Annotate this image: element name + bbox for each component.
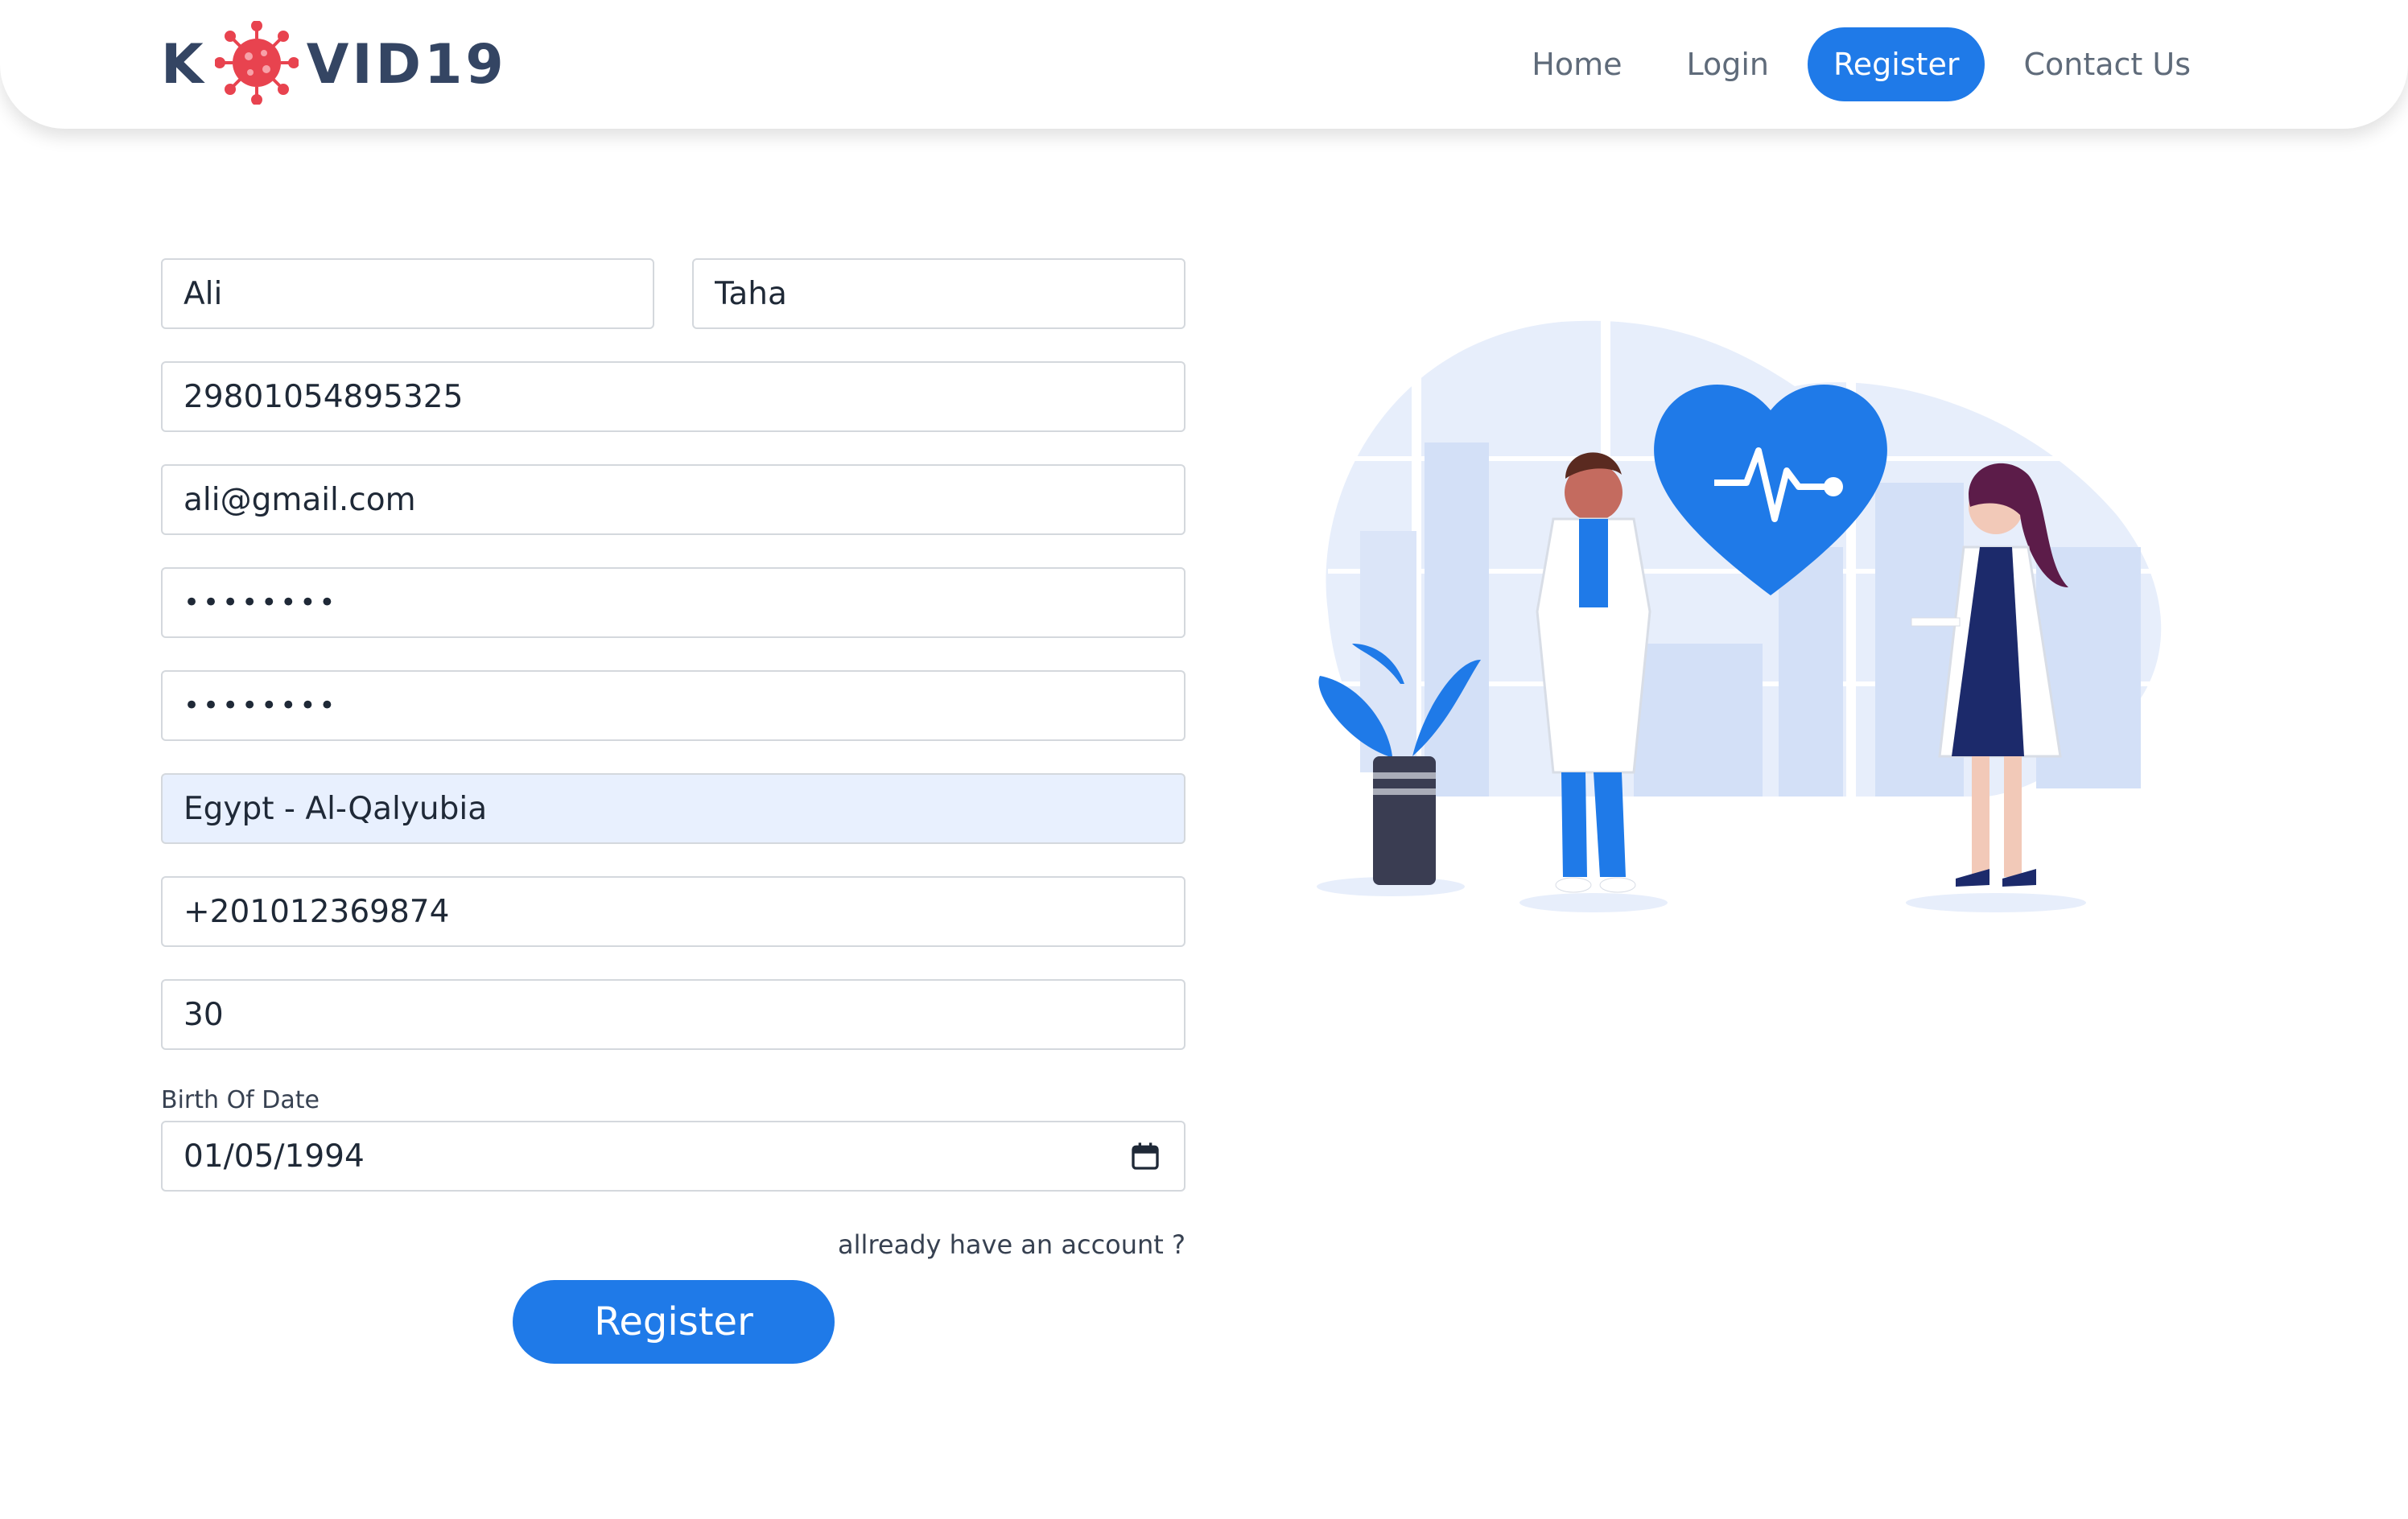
top-navbar: K VID19 Home Login Register Contact Us — [0, 0, 2408, 129]
password-input[interactable] — [161, 567, 1185, 638]
logo-text-vid19: VID19 — [306, 32, 507, 97]
national-id-input[interactable] — [161, 361, 1185, 432]
register-button[interactable]: Register — [513, 1280, 835, 1364]
calendar-icon[interactable] — [1129, 1140, 1161, 1172]
birth-date-label: Birth Of Date — [161, 1086, 320, 1114]
nav-register[interactable]: Register — [1808, 27, 1985, 101]
already-have-account-link[interactable]: allready have an account ? — [838, 1229, 1185, 1260]
logo-letter-k: K — [161, 32, 207, 97]
brand-logo[interactable]: K VID19 — [161, 19, 507, 109]
location-input[interactable] — [161, 773, 1185, 844]
nav-contact-us[interactable]: Contact Us — [1998, 27, 2216, 101]
first-name-input[interactable] — [161, 258, 654, 329]
birth-date-field — [161, 1121, 1185, 1192]
virus-icon — [213, 20, 299, 108]
birth-date-input[interactable] — [161, 1121, 1185, 1192]
main-nav: Home Login Register Contact Us — [1493, 27, 2216, 101]
confirm-password-input[interactable] — [161, 670, 1185, 741]
doctors-illustration — [1296, 306, 2181, 933]
nav-home[interactable]: Home — [1506, 27, 1647, 101]
age-input[interactable] — [161, 979, 1185, 1050]
phone-input[interactable] — [161, 876, 1185, 947]
nav-login[interactable]: Login — [1660, 27, 1795, 101]
last-name-input[interactable] — [692, 258, 1185, 329]
email-input[interactable] — [161, 464, 1185, 535]
